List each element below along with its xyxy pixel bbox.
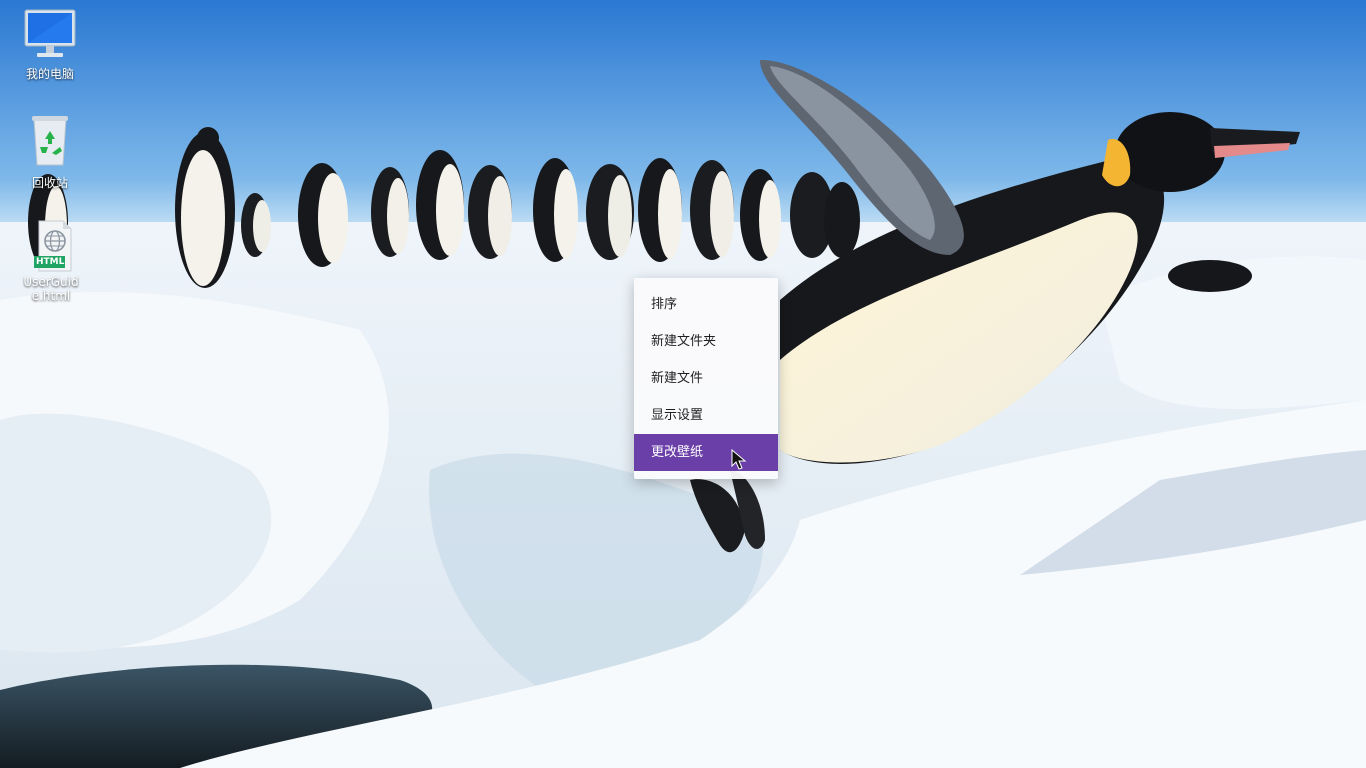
desktop-icon-user-guide[interactable]: HTML UserGuide.html [11,219,91,303]
mouse-cursor-icon [731,449,747,470]
computer-icon [10,8,90,63]
html-badge: HTML [36,257,65,267]
menu-item-new-file[interactable]: 新建文件 [634,360,778,397]
desktop-icon-my-computer[interactable]: 我的电脑 [10,8,90,81]
menu-item-change-wallpaper[interactable]: 更改壁纸 [634,434,778,471]
menu-item-display-settings[interactable]: 显示设置 [634,397,778,434]
desktop-icon-label: 我的电脑 [25,67,74,81]
desktop[interactable]: 我的电脑 回收站 HTML UserGuide.html 排序 新建文件夹 新建… [0,0,1366,768]
menu-item-sort[interactable]: 排序 [634,286,778,323]
html-file-icon: HTML [23,219,79,273]
desktop-icon-recycle-bin[interactable]: 回收站 [10,113,90,190]
desktop-icon-label: 回收站 [31,176,68,190]
context-menu: 排序 新建文件夹 新建文件 显示设置 更改壁纸 [634,278,778,479]
menu-item-new-folder[interactable]: 新建文件夹 [634,323,778,360]
desktop-icon-label: UserGuide.html [23,275,79,303]
recycle-bin-icon [10,113,90,172]
